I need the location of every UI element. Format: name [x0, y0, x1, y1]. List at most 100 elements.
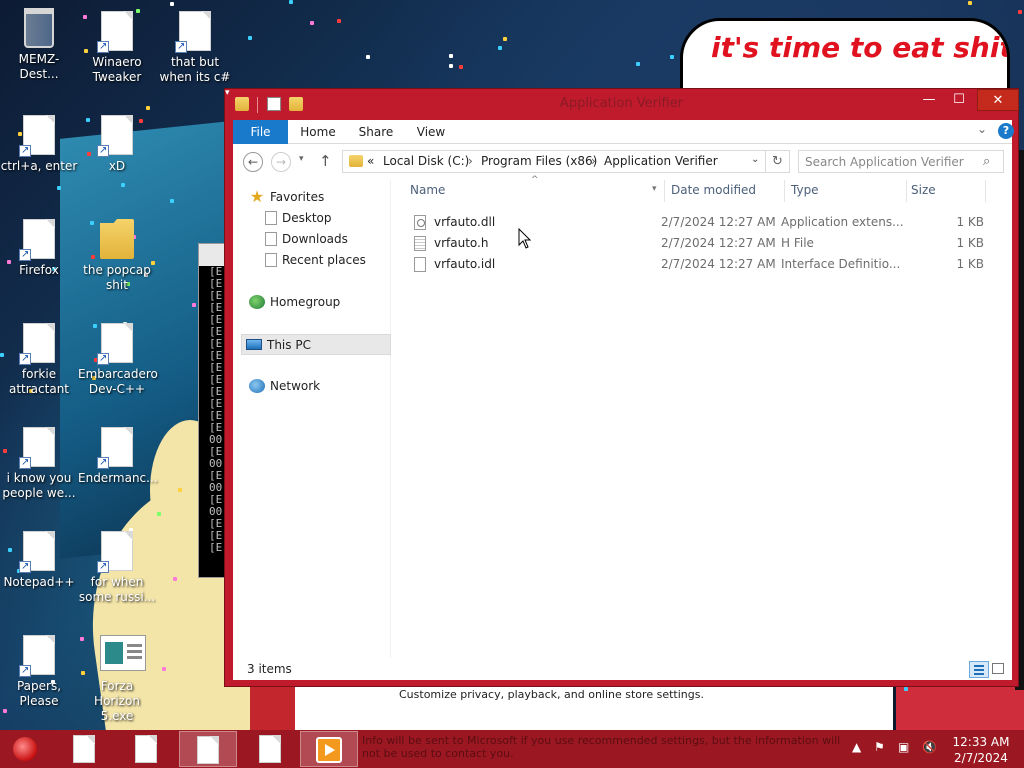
start-button[interactable] [8, 734, 42, 764]
column-size[interactable]: Size [911, 183, 936, 197]
confetti-piece [498, 46, 502, 50]
tab-share[interactable]: Share [351, 120, 401, 144]
nav-recent-places[interactable]: Recent places [265, 250, 366, 271]
file-row[interactable]: vrfauto.idl 2/7/2024 12:27 AM Interface … [399, 254, 1012, 275]
expand-ribbon-icon[interactable]: ⌄ [977, 122, 987, 136]
mouse-cursor-icon [518, 228, 532, 249]
forward-button[interactable]: → [271, 152, 291, 172]
address-bar[interactable]: « Local Disk (C:) › Program Files (x86) … [342, 150, 766, 173]
nav-label: This PC [267, 338, 311, 352]
breadcrumb-overflow[interactable]: « [367, 154, 374, 168]
confetti-piece [121, 183, 125, 187]
media-player-setup-window[interactable]: Customize privacy, playback, and online … [295, 680, 893, 730]
desktop-icon-label: forkie attractant [8, 367, 70, 396]
confetti-piece [366, 55, 370, 59]
recent-locations-chevron-icon[interactable]: ▾ [299, 154, 304, 164]
desktop-icon-papers-please[interactable]: Papers, Please [0, 635, 78, 709]
desktop-icon-forkie[interactable]: forkie attractant [0, 323, 78, 397]
confetti-piece [1018, 10, 1022, 14]
nav-homegroup[interactable]: Homegroup [249, 292, 340, 313]
desktop-icon-firefox[interactable]: Firefox [0, 219, 78, 278]
system-clock[interactable]: 12:33 AM 2/7/2024 [948, 734, 1014, 766]
file-size: 1 KB [956, 236, 984, 250]
up-button[interactable]: ↑ [319, 152, 332, 170]
desktop-icon-popcap-folder[interactable]: the popcap shit [78, 219, 156, 293]
column-name[interactable]: Name [410, 183, 445, 197]
taskbar-button-document[interactable] [117, 731, 175, 767]
shortcut-arrow-icon [19, 663, 31, 678]
search-input[interactable] [805, 154, 975, 170]
refresh-button[interactable]: ↻ [766, 150, 790, 173]
wallpaper-sign [896, 680, 1024, 730]
show-hidden-icons-icon[interactable]: ▲ [852, 740, 861, 754]
volume-muted-icon[interactable]: 🔇 [922, 740, 937, 754]
column-type[interactable]: Type [791, 183, 819, 197]
file-row[interactable]: vrfauto.h 2/7/2024 12:27 AM H File 1 KB [399, 233, 1012, 254]
address-history-chevron-icon[interactable]: ⌄ [751, 154, 759, 165]
nav-this-pc[interactable]: This PC [241, 334, 391, 355]
tab-file[interactable]: File [233, 120, 288, 144]
action-center-flag-icon[interactable]: ⚑ [874, 740, 885, 754]
details-view-icon[interactable] [969, 661, 989, 678]
taskbar-button-document[interactable] [55, 731, 113, 767]
shortcut-arrow-icon [19, 455, 31, 470]
nav-desktop[interactable]: Desktop [265, 208, 332, 229]
confetti-piece [170, 199, 174, 203]
tab-home[interactable]: Home [293, 120, 343, 144]
desktop-icon-winaero-tweaker[interactable]: Winaero Tweaker [78, 11, 156, 85]
file-date: 2/7/2024 12:27 AM [661, 215, 776, 229]
desktop-icon-ctrl-a-enter[interactable]: ctrl+a, enter [0, 115, 78, 174]
file-row[interactable]: vrfauto.dll 2/7/2024 12:27 AM Applicatio… [399, 212, 1012, 233]
breadcrumb-application-verifier[interactable]: Application Verifier [604, 154, 718, 168]
nav-favorites[interactable]: ★ Favorites [249, 187, 324, 208]
taskbar-button-explorer[interactable] [179, 731, 237, 767]
file-type: Application extens... [781, 215, 904, 229]
desktop-icon-label: Endermanc... [78, 471, 158, 485]
desktop-icon-label: i know you people we... [2, 471, 76, 500]
column-date-modified[interactable]: Date modified [671, 183, 756, 197]
breadcrumb-separator[interactable]: › [468, 154, 473, 168]
tab-view[interactable]: View [408, 120, 454, 144]
nav-label: Downloads [282, 232, 348, 246]
desktop-icon-endermanch[interactable]: Endermanc... [78, 427, 158, 486]
column-divider[interactable] [664, 180, 665, 202]
column-filter-chevron-icon[interactable]: ▾ [652, 184, 657, 194]
column-divider[interactable] [906, 180, 907, 202]
desktop-icon-forza-horizon[interactable]: Forza Horizon 5.exe [78, 635, 156, 724]
shortcut-arrow-icon [19, 143, 31, 158]
star-icon: ★ [249, 186, 265, 206]
desktop-icon-label: for when some russi... [78, 575, 156, 604]
desktop-icon-embarcadero-dev-cpp[interactable]: Embarcadero Dev-C++ [78, 323, 158, 397]
column-divider[interactable] [784, 180, 785, 202]
close-button[interactable]: ✕ [977, 89, 1019, 111]
window-titlebar[interactable]: ▾ Application Verifier — ☐ ✕ [225, 89, 1019, 119]
desktop-icon-i-know-you[interactable]: i know you people we... [0, 427, 78, 501]
taskbar-button-document[interactable] [241, 731, 299, 767]
taskbar-button-media-player[interactable] [300, 731, 358, 767]
column-divider[interactable] [985, 180, 986, 202]
desktop-icon-notepad-plus-plus[interactable]: Notepad++ [0, 531, 78, 590]
breadcrumb-local-disk[interactable]: Local Disk (C:) [383, 154, 469, 168]
network-status-icon[interactable]: ▣ [898, 740, 909, 754]
confetti-piece [636, 62, 640, 66]
back-button[interactable]: ← [243, 152, 263, 172]
breadcrumb-program-files[interactable]: Program Files (x86) [481, 154, 597, 168]
breadcrumb-separator[interactable]: › [591, 154, 596, 168]
shortcut-arrow-icon [175, 39, 187, 54]
nav-network[interactable]: Network [249, 376, 320, 397]
explorer-body: ★ Favorites Desktop Downloads Recent plac… [233, 175, 1012, 658]
help-icon[interactable]: ? [998, 123, 1014, 139]
search-icon[interactable]: ⌕ [983, 154, 990, 169]
large-icons-view-icon[interactable] [992, 663, 1004, 674]
search-box[interactable]: ⌕ [798, 150, 1004, 173]
minimize-button[interactable]: — [915, 89, 943, 111]
desktop-icon-for-when-some-russi[interactable]: for when some russi... [78, 531, 156, 605]
desktop-icon-recycle-bin[interactable]: MEMZ-Dest... [0, 8, 78, 82]
confetti-piece [157, 512, 161, 516]
maximize-button[interactable]: ☐ [945, 89, 973, 111]
nav-downloads[interactable]: Downloads [265, 229, 348, 250]
desktop-icon-label: Winaero Tweaker [92, 55, 142, 84]
file-explorer-window[interactable]: ▾ Application Verifier — ☐ ✕ File Home S… [224, 88, 1019, 687]
desktop-icon-that-but-when-its-csharp[interactable]: that but when its c# [156, 11, 234, 85]
desktop-icon-xd[interactable]: xD [78, 115, 156, 174]
